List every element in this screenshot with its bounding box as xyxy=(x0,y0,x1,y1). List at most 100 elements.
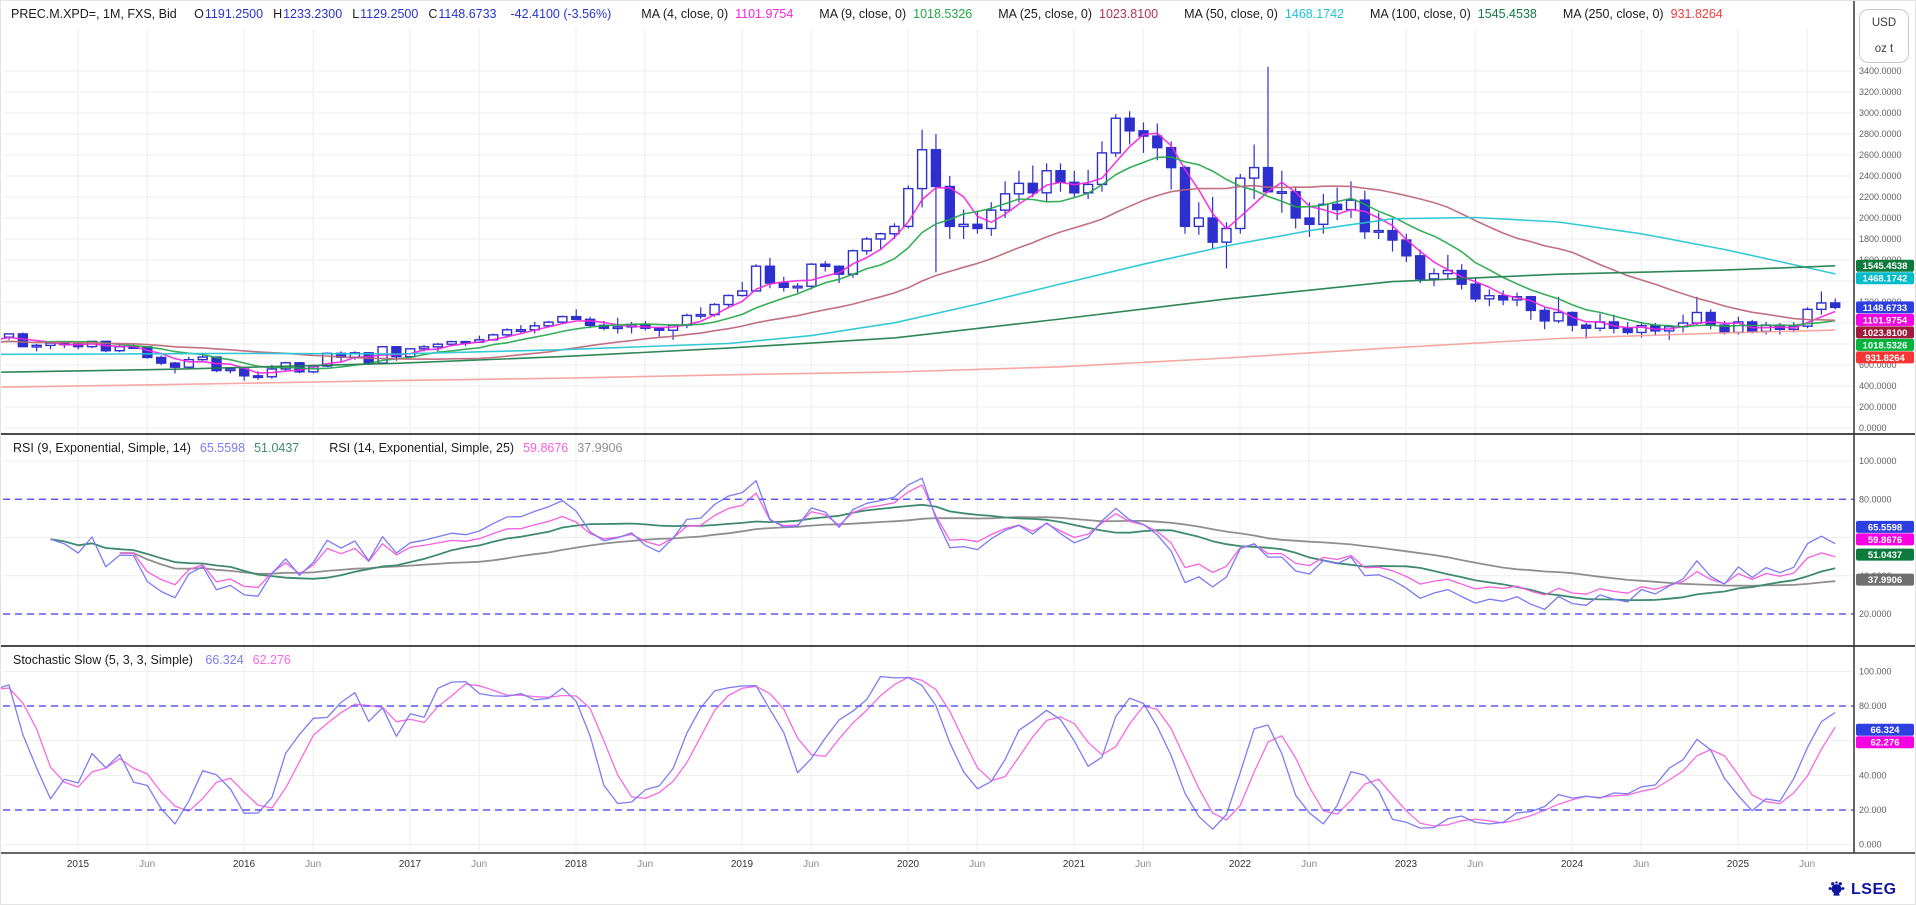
svg-text:Jun: Jun xyxy=(803,859,819,870)
net-change: -42.4100 (-3.56%) xyxy=(511,7,612,21)
candle-body xyxy=(503,330,512,335)
candle-body xyxy=(1526,297,1535,311)
candle-body xyxy=(1333,204,1342,209)
candle-body xyxy=(1042,171,1051,193)
candle-body xyxy=(226,369,235,371)
stoch-value: 62.276 xyxy=(253,653,291,667)
unit-label: oz t xyxy=(1860,43,1908,55)
svg-text:51.0437: 51.0437 xyxy=(1868,550,1902,561)
currency-label: USD xyxy=(1860,17,1908,29)
rsi-value: 37.9906 xyxy=(577,441,622,455)
svg-text:2021: 2021 xyxy=(1063,859,1086,870)
candle-body xyxy=(876,234,885,239)
ma-legend-item[interactable]: MA (25, close, 0)1023.8100 xyxy=(998,7,1158,21)
svg-text:2018: 2018 xyxy=(565,859,588,870)
price-tag: 931.8264 xyxy=(1856,351,1914,364)
candle-body xyxy=(1706,313,1715,326)
axis-unit-box: USD oz t xyxy=(1859,9,1909,63)
candle-body xyxy=(931,150,940,187)
rsi-value: 59.8676 xyxy=(523,441,568,455)
candle-body xyxy=(254,376,263,378)
svg-text:Jun: Jun xyxy=(471,859,487,870)
svg-text:2023: 2023 xyxy=(1395,859,1418,870)
svg-text:2016: 2016 xyxy=(233,859,256,870)
price-tag: 1018.5326 xyxy=(1856,339,1914,352)
candle-body xyxy=(171,363,180,367)
candle-body xyxy=(1208,218,1217,242)
candle-body xyxy=(655,328,664,330)
lseg-logo-text: LSEG xyxy=(1851,881,1897,899)
candle-body xyxy=(821,264,830,266)
candle-body xyxy=(1222,229,1231,243)
price-tag: 1545.4538 xyxy=(1856,260,1914,273)
svg-text:400.0000: 400.0000 xyxy=(1859,381,1897,391)
candle-body xyxy=(724,295,733,304)
candle-body xyxy=(447,342,456,345)
rsi-legend-group[interactable]: RSI (9, Exponential, Simple, 14)65.55985… xyxy=(13,441,299,455)
ma-legend-item[interactable]: MA (100, close, 0)1545.4538 xyxy=(1370,7,1537,21)
candle-body xyxy=(544,322,553,326)
candle-body xyxy=(157,357,166,363)
ma-legend-item[interactable]: MA (4, close, 0)1101.9754 xyxy=(641,7,793,21)
svg-text:3200.0000: 3200.0000 xyxy=(1859,87,1902,97)
candle-body xyxy=(793,286,802,288)
price-tag: 1148.6733 xyxy=(1856,301,1914,314)
candle-body xyxy=(765,266,774,283)
candle-body xyxy=(1416,256,1425,279)
svg-text:2022: 2022 xyxy=(1229,859,1252,870)
ma-legend-item[interactable]: MA (50, close, 0)1468.1742 xyxy=(1184,7,1344,21)
candle-body xyxy=(1319,204,1328,224)
ma-legend-item[interactable]: MA (9, close, 0)1018.5326 xyxy=(819,7,972,21)
svg-text:3400.0000: 3400.0000 xyxy=(1859,66,1902,76)
candle-body xyxy=(1111,118,1120,153)
candle-body xyxy=(32,345,41,347)
candle-body xyxy=(1346,200,1355,209)
svg-text:1545.4538: 1545.4538 xyxy=(1863,261,1908,272)
candle-body xyxy=(1388,231,1397,240)
svg-text:2000.0000: 2000.0000 xyxy=(1859,213,1902,223)
price-tag: 59.8676 xyxy=(1856,533,1914,546)
svg-text:3000.0000: 3000.0000 xyxy=(1859,108,1902,118)
rsi-legend-group[interactable]: RSI (14, Exponential, Simple, 25)59.8676… xyxy=(329,441,622,455)
ma-legend-item[interactable]: MA (250, close, 0)931.8264 xyxy=(1563,7,1723,21)
svg-text:Jun: Jun xyxy=(1467,859,1483,870)
candle-body xyxy=(959,224,968,226)
rsi-value: 65.5598 xyxy=(200,441,245,455)
candle-body xyxy=(1194,218,1203,226)
candle-body xyxy=(1180,168,1189,227)
price-legend[interactable]: PREC.M.XPD=, 1M, FXS, Bid O1191.2500 H123… xyxy=(11,7,1749,21)
stoch-legend[interactable]: Stochastic Slow (5, 3, 3, Simple) 66.324… xyxy=(13,653,291,667)
svg-text:2024: 2024 xyxy=(1561,859,1584,870)
ohlc-field-o: O1191.2500 xyxy=(194,7,263,21)
svg-text:100.0000: 100.0000 xyxy=(1859,456,1897,466)
lseg-logo: LSEG xyxy=(1827,880,1897,899)
ohlc-field-c: C1148.6733 xyxy=(428,7,496,21)
candle-body xyxy=(18,334,27,347)
stoch-value: 66.324 xyxy=(205,653,243,667)
candle-body xyxy=(973,224,982,228)
price-tag: 51.0437 xyxy=(1856,549,1914,562)
svg-text:2025: 2025 xyxy=(1727,859,1750,870)
svg-text:Jun: Jun xyxy=(305,859,321,870)
svg-text:Jun: Jun xyxy=(969,859,985,870)
candle-body xyxy=(1014,183,1023,194)
price-tag: 1023.8100 xyxy=(1856,326,1914,339)
candle-body xyxy=(558,317,567,323)
instrument-title[interactable]: PREC.M.XPD=, 1M, FXS, Bid xyxy=(11,7,177,21)
svg-text:62.276: 62.276 xyxy=(1870,738,1899,749)
svg-text:1468.1742: 1468.1742 xyxy=(1863,274,1908,285)
ohlc-field-h: H1233.2300 xyxy=(273,7,342,21)
svg-text:1101.9754: 1101.9754 xyxy=(1863,315,1908,326)
rsi-legend[interactable]: RSI (9, Exponential, Simple, 14)65.55985… xyxy=(13,441,652,455)
svg-text:100.000: 100.000 xyxy=(1859,666,1892,676)
candle-body xyxy=(696,315,705,317)
candle-body xyxy=(613,327,622,329)
candle-body xyxy=(1374,231,1383,233)
price-panel-plot-area[interactable] xyxy=(3,29,1854,434)
svg-text:2800.0000: 2800.0000 xyxy=(1859,129,1902,139)
svg-text:20.0000: 20.0000 xyxy=(1859,609,1892,619)
svg-text:Jun: Jun xyxy=(1301,859,1317,870)
price-tag: 62.276 xyxy=(1856,736,1914,749)
stoch-label[interactable]: Stochastic Slow (5, 3, 3, Simple) xyxy=(13,653,193,667)
stoch-panel-plot-area[interactable] xyxy=(3,646,1854,853)
